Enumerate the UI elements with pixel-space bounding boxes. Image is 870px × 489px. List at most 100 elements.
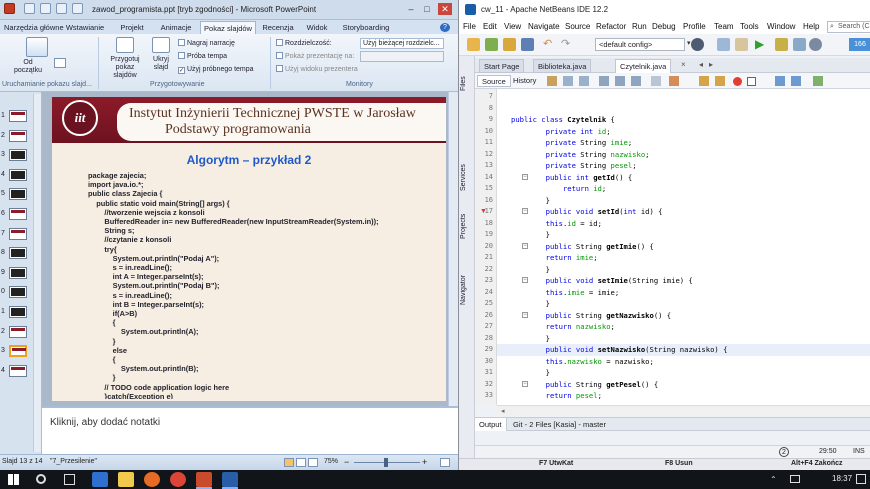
tab-output[interactable]: Output [475,418,507,431]
windows-start-icon[interactable] [8,474,19,485]
back-icon[interactable] [563,76,573,86]
minimize-icon[interactable]: – [404,3,418,15]
menu-view[interactable]: View [504,20,521,34]
find-icon[interactable] [599,76,609,86]
tab-view[interactable]: Widok [300,21,334,34]
office-logo-icon[interactable] [4,3,15,14]
slide-thumbnail[interactable] [9,325,27,338]
config-select[interactable]: <default config> [595,38,685,51]
tab-storyboarding[interactable]: Storyboarding [336,21,396,34]
bookmark-icon[interactable] [669,76,679,86]
build-icon[interactable] [717,38,730,51]
tab-animations[interactable]: Animacje [154,21,198,34]
tab-design[interactable]: Projekt [110,21,154,34]
side-tab-files[interactable]: Files [460,70,474,98]
slide-thumbnail[interactable] [9,188,27,201]
menu-edit[interactable]: Edit [483,20,497,34]
tab-nav-left-icon[interactable]: ◂ [699,60,703,69]
setup-slideshow-button[interactable]: Przygotuj pokaz slajdów [104,37,146,80]
record-narration-button[interactable]: Nagraj narrację [178,39,235,49]
fkey-alt-f4[interactable]: Alt+F4 Zakończ [791,460,843,467]
source-view-button[interactable]: Source [477,75,511,87]
slide-thumbnail[interactable] [9,208,27,220]
slide-scrollbar[interactable] [448,92,458,406]
debug-icon[interactable] [775,38,788,51]
tab-czytelnik[interactable]: Czytelnik.java [615,59,672,73]
save-icon[interactable] [24,3,35,14]
hide-slide-button[interactable]: Ukryj slajd [148,37,174,72]
forward-icon[interactable] [579,76,589,86]
tab-review[interactable]: Recenzja [258,21,298,34]
zoom-in-icon[interactable]: + [422,457,427,467]
new-project-icon[interactable] [485,38,498,51]
run-icon[interactable]: ▶ [755,38,768,51]
file-explorer-icon[interactable] [118,472,134,487]
menu-source[interactable]: Source [565,20,590,34]
slide-thumbnail[interactable] [9,345,27,358]
notes-pane[interactable]: Kliknij, aby dodać notatki [42,406,458,454]
slide-thumbnail[interactable] [9,306,27,318]
menu-refactor[interactable]: Refactor [596,20,626,34]
save-all-icon[interactable] [521,38,534,51]
menu-help[interactable]: Help [803,20,819,34]
thumbnails-scrollbar[interactable] [33,94,41,452]
slide-thumbnail[interactable] [9,227,27,240]
tray-chevron-icon[interactable]: ⌃ [770,475,777,484]
clock[interactable]: 18:37 [832,474,852,483]
zoom-slider-thumb[interactable] [384,458,388,467]
zoom-out-icon[interactable]: − [344,457,349,467]
zoom-level[interactable]: 75% [324,458,338,465]
slide-thumbnail[interactable] [9,168,27,181]
redo-icon[interactable]: ↷ [561,38,574,51]
set-project-config-icon[interactable] [691,38,704,51]
menu-tools[interactable]: Tools [740,20,759,34]
slide-thumbnail[interactable] [9,247,27,260]
maximize-icon[interactable]: □ [420,3,434,15]
side-tab-services[interactable]: Services [460,160,474,196]
search-box[interactable]: ⌕ Search (C [827,21,870,33]
sorter-view-icon[interactable] [296,458,306,467]
history-view-button[interactable]: History [509,75,540,87]
comment-icon[interactable] [775,76,785,86]
firefox-icon[interactable] [144,472,160,487]
chrome-icon[interactable] [170,472,186,487]
fkey-f7[interactable]: F7 UtwKat [539,460,573,467]
tab-biblioteka[interactable]: Biblioteka.java [533,59,592,73]
scroll-left-icon[interactable]: ◂ [501,407,505,415]
profile-icon[interactable] [793,38,806,51]
network-icon[interactable] [790,475,800,483]
slide-thumbnail[interactable] [9,364,27,377]
notifications-badge[interactable]: 2 [779,447,789,457]
tab-git[interactable]: Git - 2 Files [Kasia] - master [509,418,610,431]
from-current-icon[interactable] [54,58,66,68]
slide-thumbnail[interactable] [9,286,27,299]
fkey-f8[interactable]: F8 Usun [665,460,693,467]
close-icon[interactable]: ✕ [438,3,452,15]
menu-run[interactable]: Run [632,20,647,34]
fit-window-icon[interactable] [440,458,450,467]
menu-window[interactable]: Window [767,20,795,34]
redo-icon[interactable] [56,3,67,14]
toggle-highlight-icon[interactable] [651,76,661,86]
tab-home[interactable]: Narzędzia główne [4,21,64,34]
clean-build-icon[interactable] [735,38,748,51]
editor-horizontal-scrollbar[interactable]: ◂ [497,405,870,415]
from-beginning-button[interactable]: Od początku [10,37,64,75]
macro-stop-icon[interactable] [747,77,756,86]
tab-nav-right-icon[interactable]: ▸ [709,60,713,69]
shift-left-icon[interactable] [699,76,709,86]
override-marker-icon[interactable]: ▼ [480,208,487,215]
resolution-select[interactable]: Użyj bieżącej rozdzielc... [360,38,444,49]
use-timings-checkbox[interactable]: ✓ Użyj próbnego tempa [178,65,254,75]
normal-view-icon[interactable] [284,458,294,467]
edge-icon[interactable] [92,472,108,487]
presenter-view-checkbox[interactable]: Użyj widoku prezentera [276,65,358,75]
last-edit-icon[interactable] [547,76,557,86]
slide-thumbnail[interactable] [9,110,27,122]
find-next-icon[interactable] [631,76,641,86]
show-on-select[interactable] [360,51,444,62]
side-tab-projects[interactable]: Projects [460,208,474,244]
side-tab-navigator[interactable]: Navigator [460,268,474,312]
customize-qat-icon[interactable] [72,3,83,14]
attach-icon[interactable] [809,38,822,51]
